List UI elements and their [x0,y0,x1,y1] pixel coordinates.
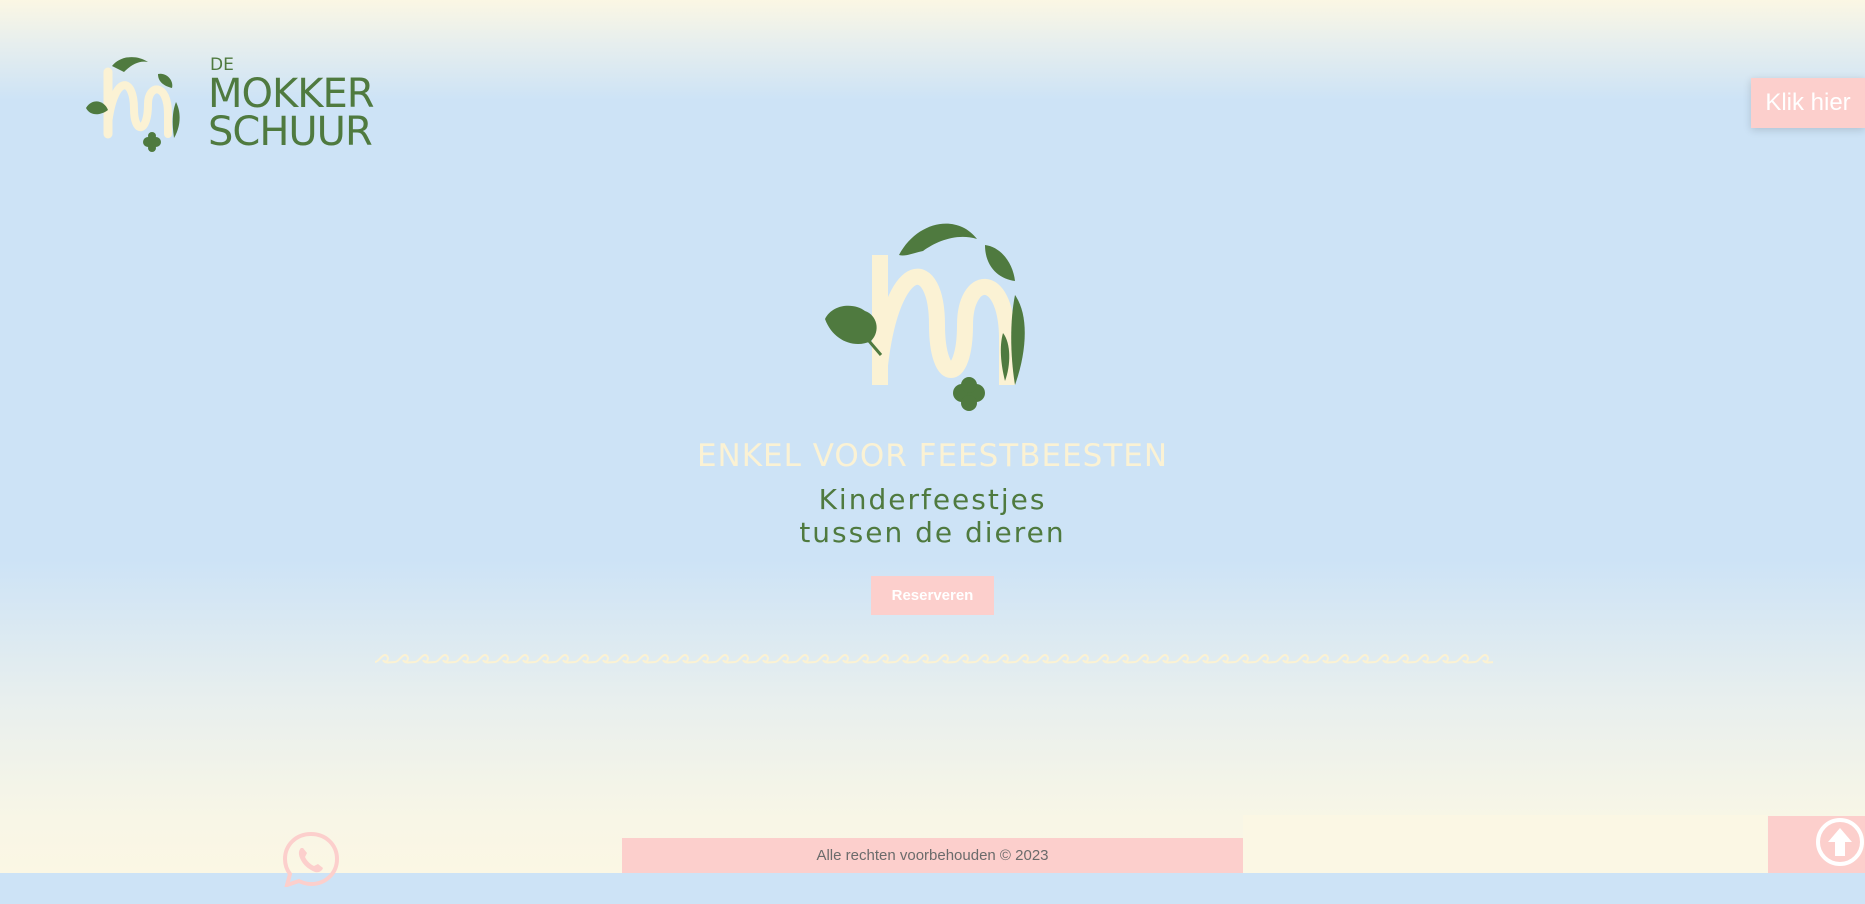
decorative-loop-border [375,654,1493,664]
hero-subtitle: Kinderfeestjes tussen de dieren [799,483,1066,549]
arrow-up-circle-icon [1816,818,1864,866]
scroll-to-top-button[interactable] [1768,816,1865,873]
copyright-bar: Alle rechten voorbehouden © 2023 [622,838,1243,873]
footer-panel [1243,815,1767,873]
copyright-text: Alle rechten voorbehouden © 2023 [816,847,1049,864]
klik-hier-button[interactable]: Klik hier [1751,78,1865,128]
hero-tagline: ENKEL VOOR FEESTBEESTEN [696,438,1169,474]
logo-text-line1: MOKKER [208,71,375,117]
hero-emblem-icon [825,223,1025,411]
reserveren-button[interactable]: Reserveren [871,576,994,615]
whatsapp-icon [282,831,340,889]
logo-emblem-icon [86,57,180,152]
site-logo[interactable]: DE MOKKER SCHUUR [84,54,384,154]
whatsapp-button[interactable] [282,831,340,889]
page-background: DE MOKKER SCHUUR Klik hier ENKEL VOOR FE… [0,0,1865,889]
logo-text-line2: SCHUUR [208,109,373,155]
